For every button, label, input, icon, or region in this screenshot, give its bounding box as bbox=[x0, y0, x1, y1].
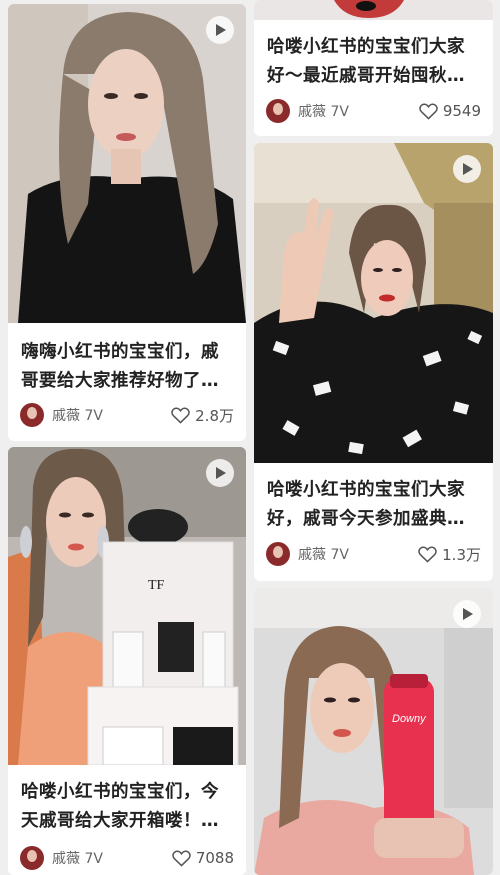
card-title[interactable]: 嗨嗨小红书的宝宝们，戚哥要给大家推荐好物了… bbox=[21, 338, 234, 396]
heart-outline-icon bbox=[419, 102, 438, 120]
card-meta: 戚薇 7V 7088 bbox=[20, 845, 234, 871]
like-button[interactable]: 2.8万 bbox=[171, 405, 234, 426]
feed-card-3[interactable]: 哈喽小红书的宝宝们大家好～最近戚哥开始囤秋… 戚薇 7V 9549 bbox=[254, 0, 493, 136]
like-count: 2.8万 bbox=[195, 406, 234, 425]
heart-outline-icon bbox=[171, 406, 190, 424]
thumbnail-image bbox=[254, 0, 493, 20]
play-icon bbox=[216, 24, 226, 36]
thumbnail-image: Downy bbox=[254, 588, 493, 875]
like-count: 7088 bbox=[195, 849, 234, 867]
play-button[interactable] bbox=[206, 459, 234, 487]
play-button[interactable] bbox=[206, 16, 234, 44]
video-thumbnail[interactable]: Downy bbox=[254, 588, 493, 875]
play-icon bbox=[463, 163, 473, 175]
video-thumbnail[interactable] bbox=[8, 4, 246, 323]
svg-text:Downy: Downy bbox=[392, 713, 427, 725]
avatar[interactable] bbox=[266, 99, 290, 123]
thumbnail-image bbox=[8, 4, 246, 323]
feed-card-5[interactable]: Downy bbox=[254, 588, 493, 875]
like-button[interactable]: 9549 bbox=[419, 102, 481, 120]
feed-card-1[interactable]: 嗨嗨小红书的宝宝们，戚哥要给大家推荐好物了… 戚薇 7V 2.8万 bbox=[8, 4, 246, 441]
heart-outline-icon bbox=[172, 849, 191, 867]
video-thumbnail[interactable] bbox=[254, 143, 493, 463]
author-name[interactable]: 戚薇 7V bbox=[52, 405, 103, 425]
play-icon bbox=[216, 467, 226, 479]
thumbnail-image bbox=[254, 143, 493, 463]
play-button[interactable] bbox=[453, 600, 481, 628]
author-name[interactable]: 戚薇 7V bbox=[298, 544, 349, 564]
feed-card-4[interactable]: 哈喽小红书的宝宝们大家好，戚哥今天参加盛典… 戚薇 7V 1.3万 bbox=[254, 143, 493, 581]
card-title[interactable]: 哈喽小红书的宝宝们，今天戚哥给大家开箱喽！… bbox=[21, 778, 234, 836]
like-count: 1.3万 bbox=[442, 545, 481, 564]
card-title[interactable]: 哈喽小红书的宝宝们大家好～最近戚哥开始囤秋… bbox=[267, 33, 481, 91]
author-name[interactable]: 戚薇 7V bbox=[298, 101, 349, 121]
play-button[interactable] bbox=[453, 155, 481, 183]
avatar[interactable] bbox=[20, 403, 44, 427]
svg-text:TF: TF bbox=[148, 578, 165, 593]
card-meta: 戚薇 7V 1.3万 bbox=[266, 541, 481, 567]
card-meta: 戚薇 7V 2.8万 bbox=[20, 402, 234, 428]
feed-card-2[interactable]: TF 哈喽小红书的宝宝们，今天戚哥给大家开箱喽！… 戚薇 7V 7088 bbox=[8, 447, 246, 875]
like-button[interactable]: 1.3万 bbox=[418, 544, 481, 565]
card-meta: 戚薇 7V 9549 bbox=[266, 98, 481, 124]
thumbnail-image: TF bbox=[8, 447, 246, 765]
video-thumbnail[interactable]: TF bbox=[8, 447, 246, 765]
avatar[interactable] bbox=[266, 542, 290, 566]
avatar[interactable] bbox=[20, 846, 44, 870]
author-name[interactable]: 戚薇 7V bbox=[52, 848, 103, 868]
play-icon bbox=[463, 608, 473, 620]
like-button[interactable]: 7088 bbox=[172, 849, 234, 867]
video-thumbnail[interactable] bbox=[254, 0, 493, 20]
heart-outline-icon bbox=[418, 545, 437, 563]
like-count: 9549 bbox=[442, 102, 481, 120]
card-title[interactable]: 哈喽小红书的宝宝们大家好，戚哥今天参加盛典… bbox=[267, 476, 481, 534]
